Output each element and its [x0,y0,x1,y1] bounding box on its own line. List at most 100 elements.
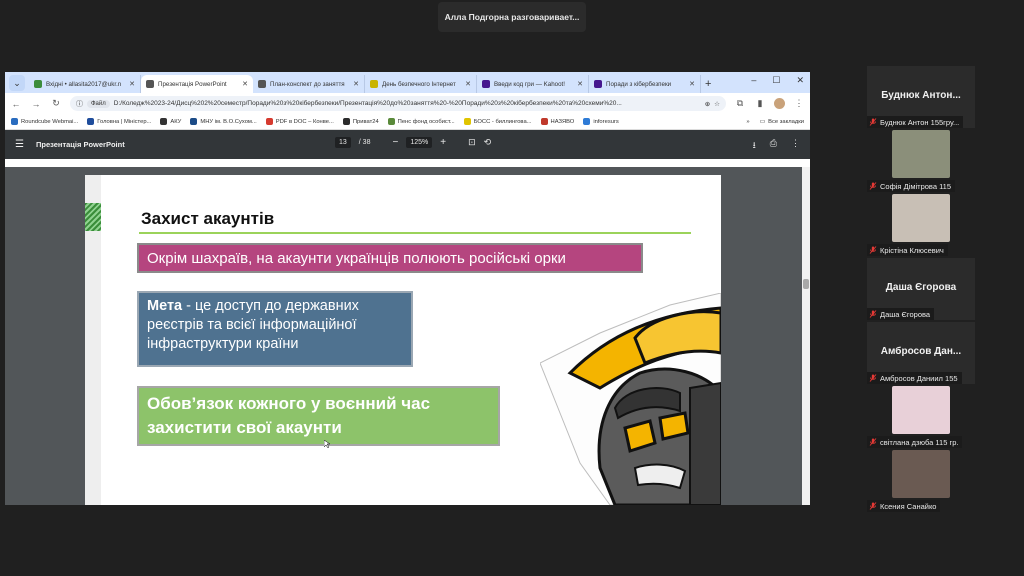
folder-icon: ▭ [759,118,766,125]
tab-search-button[interactable]: ⌄ [9,75,25,91]
close-tab-icon[interactable]: ✕ [465,80,471,88]
profile-avatar[interactable] [774,98,785,109]
participant-video [892,194,950,242]
bookmark-item[interactable]: Пенс фонд особист... [387,118,455,125]
close-tab-icon[interactable]: ✕ [129,80,135,88]
bookmark-item[interactable]: Roundcube Webmai... [11,118,78,125]
sidepanel-icon[interactable]: ▮ [754,98,766,109]
participant-tile[interactable]: Даша Єгорова Даша Єгорова [867,258,975,320]
participant-tile[interactable]: Амбросов Дан... Амбросов Даниил 155 [867,322,975,384]
participant-name: Амбросов Дан... [880,346,962,357]
page-number-input[interactable]: 13 [335,137,351,148]
tab-title: План-конспект до заняття [270,80,345,88]
mic-muted-icon [869,182,877,190]
bookmark-item[interactable]: Головна | Міністер... [87,118,151,125]
participant-label: Буднюк Антон 155гру... [867,116,964,128]
bookmark-item[interactable]: НАЗЯВО [540,118,575,125]
back-icon[interactable]: ← [10,99,22,109]
browser-tab[interactable]: План-конспект до заняття ✕ [253,75,365,93]
maximize-icon[interactable]: ☐ [772,75,780,86]
bookmark-star-icon[interactable]: ☆ [714,100,720,108]
bookmark-item[interactable]: АКУ [160,118,181,125]
zoom-in-icon[interactable]: + [440,137,446,148]
box-threat-text: Окрім шахраїв, на акаунти українців полю… [147,249,566,267]
pdf-page-controls: 13 / 38 − 125% + ⊡ ⟲ [335,137,491,148]
browser-tab[interactable]: Вхідні • allasita2017@ukr.n ✕ [29,75,141,93]
browser-tab[interactable]: Поради з кібербезпеки ✕ [589,75,701,93]
mic-muted-icon [869,310,877,318]
zoom-level[interactable]: 125% [406,137,433,148]
forward-icon[interactable]: → [30,99,42,109]
participant-video [892,450,950,498]
bookmark-item[interactable]: inforesurs [583,118,619,125]
scroll-thumb[interactable] [803,279,809,289]
viewer-scrollbar[interactable] [802,167,810,505]
participant-tile[interactable]: Буднюк Антон... Буднюк Антон 155гру... [867,66,975,128]
bookmark-item[interactable]: МНУ ім. В.О.Сухом... [190,118,257,125]
zoom-out-icon[interactable]: − [392,137,398,148]
slide-box-duty: Обов’язок кожного у воєнний час захистит… [137,386,500,446]
new-tab-button[interactable]: + [705,78,711,90]
url-text: D:/Коледж%2023-24/Дисц%202%20семестр/Пор… [113,100,622,107]
bookmark-label: Roundcube Webmai... [21,118,79,125]
participant-tile[interactable]: Крістіна Клюсевич [867,194,975,256]
close-tab-icon[interactable]: ✕ [689,80,695,88]
bookmark-label: НАЗЯВО [550,118,575,125]
slide-title: Захист акаунтів [141,209,275,228]
bookmark-item[interactable]: PDF в DOC – Конве... [265,118,334,125]
bookmark-label: Приват24 [352,118,379,125]
browser-tab[interactable]: Презентація PowerPoint ✕ [141,75,253,93]
mic-muted-icon [869,118,877,126]
bookmarks-overflow[interactable]: » [746,119,749,125]
dp-icon [370,80,378,88]
browser-tab[interactable]: Введи код гри — Kahoot! ✕ [477,75,589,93]
participant-tile[interactable]: Софія Дімітрова 115 [867,130,975,192]
participant-video [892,386,950,434]
tab-title: Вхідні • allasita2017@ukr.n [46,80,122,88]
speaking-banner: Алла Подгорна разговаривает... [438,2,586,32]
bookmark-icon [160,118,168,125]
bookmark-icon [463,118,471,125]
close-tab-icon[interactable]: ✕ [242,80,248,88]
all-bookmarks[interactable]: ▭ Все закладки [760,119,804,125]
tab-title: Поради з кібербезпеки [606,80,672,88]
slide-accent-bar [85,203,101,231]
fit-page-icon[interactable]: ⊡ [468,137,476,148]
bookmark-item[interactable]: Приват24 [342,118,379,125]
bookmark-label: АКУ [170,118,182,125]
meeting-screen: Алла Подгорна разговаривает... ⌄ Вхідні … [0,0,1024,576]
pdf-viewer[interactable]: Захист акаунтів Окрім шахраїв, на акаунт… [5,167,810,505]
browser-tab[interactable]: День безпечного Інтернет ✕ [365,75,477,93]
reload-icon[interactable]: ↻ [50,98,62,109]
participant-name: Буднюк Антон... [881,90,961,101]
bookmark-icon [265,118,273,125]
close-window-icon[interactable]: ✕ [796,75,804,86]
bookmark-label: Головна | Міністер... [97,118,152,125]
more-options-icon[interactable]: ⋮ [791,138,800,154]
site-info-icon[interactable]: ⓘ [76,99,83,109]
zoom-icon[interactable]: ⊕ [705,100,710,108]
close-tab-icon[interactable]: ✕ [353,80,359,88]
close-tab-icon[interactable]: ✕ [577,80,583,88]
menu-kebab-icon[interactable]: ⋮ [793,98,805,109]
bookmark-label: БОСС - биллингова... [473,118,532,125]
box-duty-text: Обов’язок кожного у воєнний час захистит… [147,394,431,437]
bookmark-item[interactable]: БОСС - биллингова... [463,118,532,125]
rotate-icon[interactable]: ⟲ [484,137,492,148]
print-icon[interactable]: ⎙ [770,138,777,154]
bookmark-label: PDF в DOC – Конве... [275,118,334,125]
bookmark-icon [190,118,198,125]
kahoot-icon [594,80,602,88]
minimize-icon[interactable]: – [751,75,756,86]
bookmark-label: inforesurs [593,118,619,125]
participant-tile[interactable]: світлана дзюба 115 гр. [867,386,975,448]
download-icon[interactable]: ⭳ [753,138,756,154]
bookmark-icon [11,118,18,125]
extensions-icon[interactable]: ⧉ [734,98,746,109]
address-bar[interactable]: ⓘ Файл D:/Коледж%2023-24/Дисц%202%20семе… [70,96,726,111]
pdf-menu-icon[interactable]: ☰ [15,139,24,150]
participant-video [892,130,950,178]
participant-tile[interactable]: Ксения Санайко [867,450,975,512]
slide-box-threat: Окрім шахраїв, на акаунти українців полю… [137,243,643,273]
participant-label: Амбросов Даниил 155 [867,372,962,384]
